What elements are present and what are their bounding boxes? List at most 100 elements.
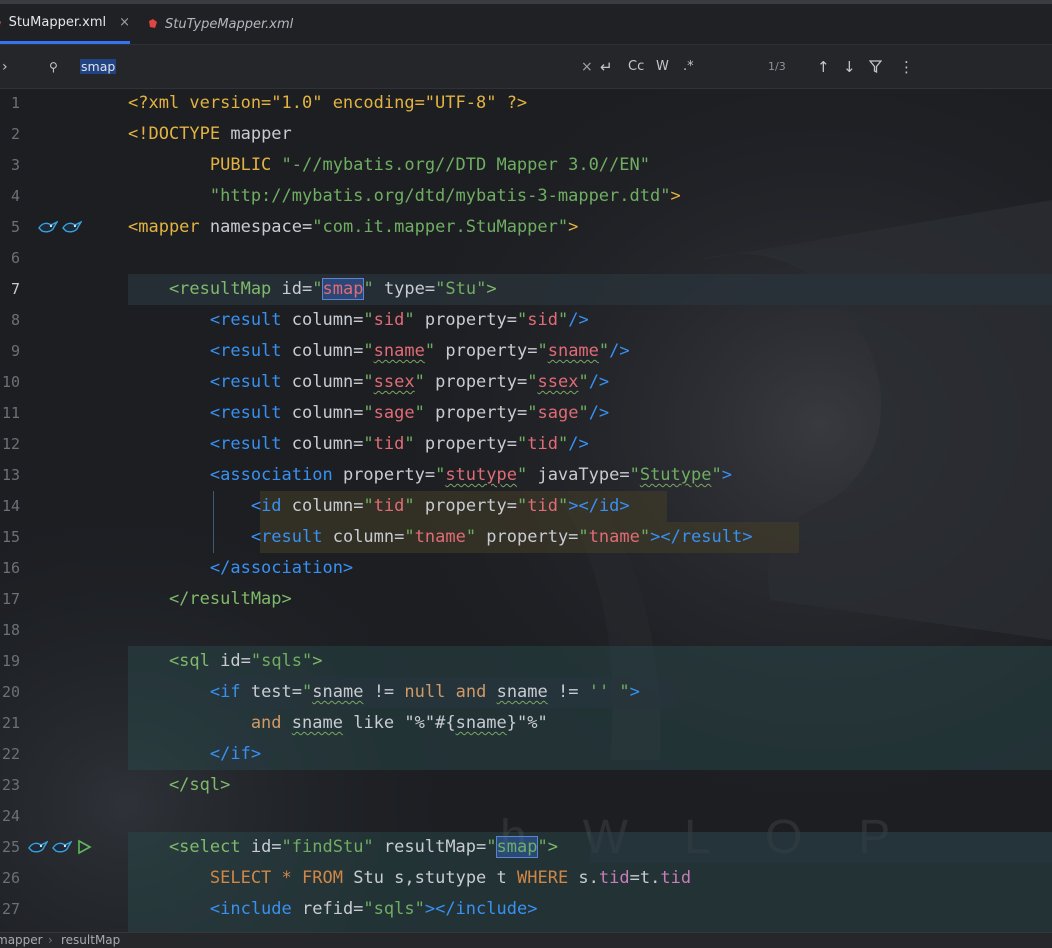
clear-search-icon[interactable]: × xyxy=(581,45,593,88)
line-highlight xyxy=(590,832,1052,863)
code-line[interactable]: 18 xyxy=(0,615,1052,646)
expand-replace-icon[interactable]: › xyxy=(2,45,8,88)
editor-tab-bar: StuMapper.xml × StuTypeMapper.xml xyxy=(0,4,1052,45)
more-options-icon[interactable]: ⋮ xyxy=(899,45,914,88)
code-token: " xyxy=(578,403,589,423)
code-token: WHERE xyxy=(517,868,569,888)
code-line[interactable]: 25 <select id="findStu" resultMap="smap"… xyxy=(0,832,1052,863)
search-input[interactable]: smap xyxy=(80,45,117,88)
code-text: </association> xyxy=(128,553,353,584)
code-token: column= xyxy=(281,496,364,516)
code-token: <if xyxy=(128,682,241,702)
code-token: "Stu" xyxy=(435,279,487,299)
code-line[interactable]: 3 PUBLIC "-//mybatis.org//DTD Mapper 3.0… xyxy=(0,150,1052,181)
code-line[interactable]: 7 <resultMap id="smap" type="Stu"> xyxy=(0,274,1052,305)
code-line[interactable]: 19 <sql id="sqls"> xyxy=(0,646,1052,677)
code-token: != xyxy=(547,682,589,702)
new-line-icon[interactable]: ↵ xyxy=(600,45,613,88)
mybatis-bird-icon[interactable] xyxy=(38,212,59,243)
previous-match-icon[interactable]: ↑ xyxy=(817,45,830,88)
line-number: 19 xyxy=(1,652,20,670)
code-line[interactable]: 27 <include refid="sqls"></include> xyxy=(0,894,1052,925)
code-line[interactable]: 23 </sql> xyxy=(0,770,1052,801)
code-line[interactable]: 4 "http://mybatis.org/dtd/mybatis-3-mapp… xyxy=(0,181,1052,212)
code-line[interactable]: 15 <result column="tname" property="tnam… xyxy=(0,522,1052,553)
code-text: <?xml version="1.0" encoding="UTF-8" ?> xyxy=(128,88,527,119)
line-number: 6 xyxy=(10,249,20,267)
find-bar: › ⚲ smap × ↵ Cc W .* 1/3 ↑ ↓ ⋮ xyxy=(0,45,1052,89)
code-token: * xyxy=(281,868,292,888)
code-line[interactable]: 12 <result column="tid" property="tid"/> xyxy=(0,429,1052,460)
mybatis-bird-icon[interactable] xyxy=(52,832,73,863)
code-token: <result xyxy=(128,434,282,454)
code-line[interactable]: 17 </resultMap> xyxy=(0,584,1052,615)
code-line[interactable]: 22 </if> xyxy=(0,739,1052,770)
close-icon[interactable]: × xyxy=(119,15,130,30)
code-token: " xyxy=(363,279,374,299)
mybatis-bird-icon[interactable] xyxy=(28,832,49,863)
code-token: </sql> xyxy=(128,775,231,795)
code-token: "http://mybatis.org/dtd/mybatis-3-mapper… xyxy=(128,186,671,206)
mybatis-bird-icon[interactable] xyxy=(62,212,83,243)
code-token: sname xyxy=(312,682,364,702)
code-token: " xyxy=(639,527,651,547)
code-line[interactable]: 13 <association property="stutype" javaT… xyxy=(0,460,1052,491)
tab-stumapper[interactable]: StuMapper.xml × xyxy=(0,4,130,44)
line-number: 7 xyxy=(10,280,20,298)
run-play-icon[interactable] xyxy=(76,832,92,863)
code-text: <include refid="sqls"></include> xyxy=(128,894,538,925)
code-line[interactable]: 26 SELECT * FROM Stu s,stutype t WHERE s… xyxy=(0,863,1052,894)
code-token: " xyxy=(517,310,528,330)
code-token: " xyxy=(517,496,528,516)
code-editor[interactable]: h W L O P 1<?xml version="1.0" encoding=… xyxy=(0,88,1052,932)
code-line[interactable]: 6 xyxy=(0,243,1052,274)
line-number: 2 xyxy=(10,125,20,143)
tab-stutypemapper[interactable]: StuTypeMapper.xml xyxy=(148,4,298,44)
filter-icon[interactable] xyxy=(869,45,882,88)
code-token: s. xyxy=(568,868,599,888)
code-token: javaType= xyxy=(527,465,630,485)
code-line[interactable]: 10 <result column="ssex" property="ssex"… xyxy=(0,367,1052,398)
search-icon[interactable]: ⚲ xyxy=(49,45,58,88)
code-token: tid xyxy=(527,434,558,454)
code-token: sname xyxy=(496,682,548,702)
code-line[interactable]: 9 <result column="sname" property="sname… xyxy=(0,336,1052,367)
code-token: " xyxy=(363,372,374,392)
code-token: " xyxy=(557,496,569,516)
code-line[interactable]: 2 <!DOCTYPE mapper xyxy=(0,119,1052,150)
code-text: <result column="sid" property="sid"/> xyxy=(128,305,589,336)
whole-words-toggle[interactable]: W xyxy=(656,45,669,88)
code-token: <resultMap xyxy=(128,279,272,299)
code-token: tid xyxy=(373,434,405,454)
code-line[interactable]: 8 <result column="sid" property="sid"/> xyxy=(0,305,1052,336)
code-line[interactable]: 5 <mapper namespace="com.it.mapper.StuMap… xyxy=(0,212,1052,243)
code-token: tid xyxy=(527,496,558,516)
code-token: id= xyxy=(240,837,282,857)
line-number: 3 xyxy=(10,156,20,174)
next-match-icon[interactable]: ↓ xyxy=(843,45,856,88)
line-number: 18 xyxy=(1,621,20,639)
regex-toggle[interactable]: .* xyxy=(683,45,694,88)
code-token: " xyxy=(557,434,569,454)
code-token: id= xyxy=(271,279,313,299)
code-line[interactable]: 21 and sname like "%"#{sname}"%" xyxy=(0,708,1052,739)
match-case-toggle[interactable]: Cc xyxy=(628,45,644,88)
code-token: column= xyxy=(281,434,364,454)
breadcrumb-item-mapper[interactable]: mapper xyxy=(0,933,43,948)
code-line[interactable]: 20 <if test="sname != null and sname != … xyxy=(0,677,1052,708)
code-token: sid xyxy=(373,310,405,330)
line-number: 8 xyxy=(10,311,20,329)
code-line[interactable]: 16 </association> xyxy=(0,553,1052,584)
code-token: " xyxy=(363,496,374,516)
code-line[interactable]: 11 <result column="sage" property="sage"… xyxy=(0,398,1052,429)
code-token: column= xyxy=(281,372,364,392)
code-token: " xyxy=(527,372,538,392)
code-token: /> xyxy=(588,372,610,392)
tab-label: StuTypeMapper.xml xyxy=(165,16,294,32)
line-number: 1 xyxy=(10,94,20,112)
breadcrumb-item-resultmap[interactable]: resultMap xyxy=(61,933,120,948)
code-line[interactable]: 24 xyxy=(0,801,1052,832)
code-line[interactable]: 14 <id column="tid" property="tid"></id> xyxy=(0,491,1052,522)
code-token: property= xyxy=(424,403,528,423)
code-line[interactable]: 1 <?xml version="1.0" encoding="UTF-8" ?> xyxy=(0,88,1052,119)
